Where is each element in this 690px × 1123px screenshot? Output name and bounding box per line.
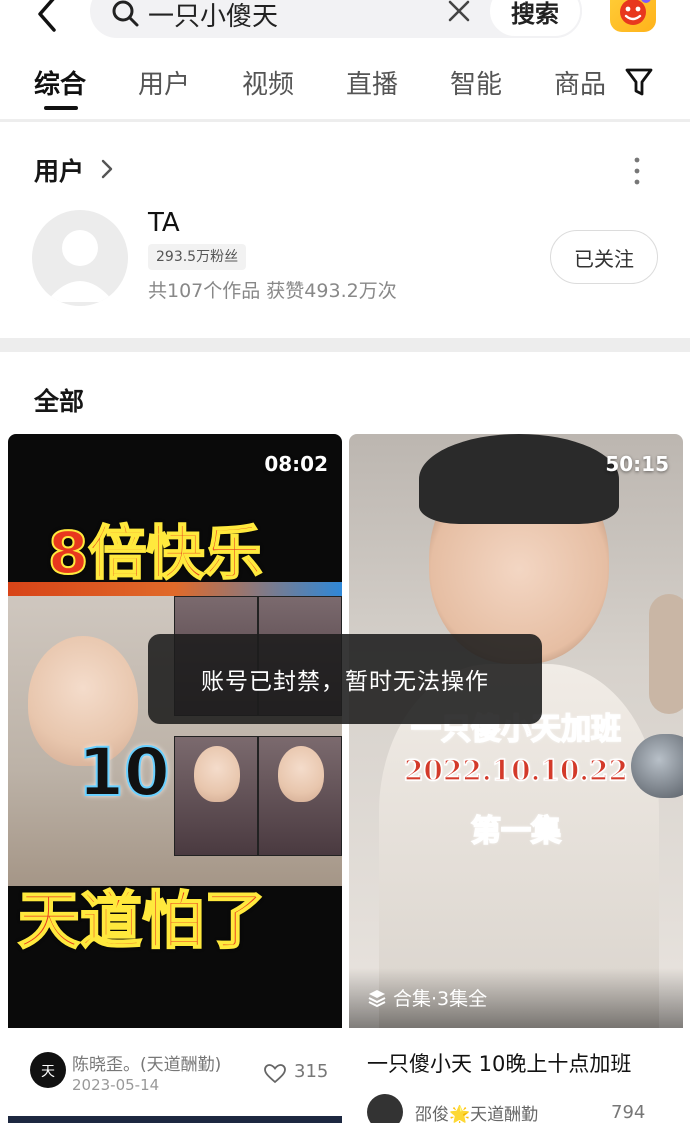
filter-icon[interactable] [624,66,654,98]
tab-live[interactable]: 直播 [346,64,398,101]
top-bar: 一只小傻天 搜索 [0,0,690,54]
all-results-section: 全部 8倍快乐 10 天道怕了 08:02 天 陈晓歪。(天道酬勤) 2023-… [0,352,690,1123]
cover-line-3: 第一集 [470,813,562,850]
publish-date: 2023-05-14 [72,1076,160,1094]
user-stats: 共107个作品 获赞493.2万次 [148,280,397,302]
next-card-edge [8,1116,342,1123]
active-tab-indicator [44,106,78,110]
video-title[interactable]: 一只傻小天 10晚上十点加班 [367,1048,631,1078]
cover-number: 10 [77,733,171,812]
author-avatar[interactable] [367,1094,403,1123]
layers-icon [368,989,386,1007]
tab-comprehensive[interactable]: 综合 [34,64,86,101]
like-count: 794 [611,1102,646,1123]
user-section: 用户 TA 293.5万粉丝 共107个作品 获赞493.2万次 已关注 [0,122,690,338]
search-icon [112,0,139,27]
chevron-right-icon[interactable] [100,158,114,180]
cover-text-top: 8倍快乐 [47,518,263,588]
stream-header-strip [8,582,342,596]
search-input[interactable]: 一只小傻天 [148,0,278,33]
author-name[interactable]: 陈晓歪。(天道酬勤) [72,1050,221,1075]
like-count: 315 [294,1061,329,1082]
back-arrow-icon[interactable] [30,0,66,36]
user-name[interactable]: TA [148,208,180,238]
cover-line-2: 2022.10.10.22 [403,753,629,788]
cover-text-bottom: 天道怕了 [17,883,267,958]
video-duration: 08:02 [264,452,328,476]
search-button[interactable]: 搜索 [488,0,582,38]
video-card[interactable]: 50:15 一只傻小天加班 2022.10.10.22 第一集 合集·3集全 一… [349,434,683,1123]
user-avatar[interactable] [32,210,128,306]
streamer-face [194,746,240,802]
user-section-heading[interactable]: 用户 [34,152,84,188]
tab-smart[interactable]: 智能 [450,64,502,101]
video-thumbnail[interactable]: 8倍快乐 10 天道怕了 08:02 [8,434,342,1028]
streamer-face [278,746,324,802]
search-tabs: 综合 用户 视频 直播 智能 商品 [0,54,690,120]
tab-videos[interactable]: 视频 [242,64,294,101]
background-person [649,594,683,714]
more-options-icon[interactable] [632,156,642,186]
streamer-hair [419,434,619,524]
tab-products[interactable]: 商品 [554,64,606,101]
video-duration: 50:15 [605,452,669,476]
collection-text: 合集·3集全 [393,988,488,1010]
app-logo-icon[interactable] [610,0,656,32]
clear-icon[interactable] [445,0,473,25]
collection-label[interactable]: 合集·3集全 [367,984,487,1011]
video-thumbnail[interactable]: 50:15 一只傻小天加班 2022.10.10.22 第一集 合集·3集全 [349,434,683,1028]
tab-users[interactable]: 用户 [138,64,190,101]
heart-icon[interactable] [264,1064,286,1084]
search-box[interactable]: 一只小傻天 搜索 [90,0,582,38]
author-name[interactable]: 邵俊🌟天道酬勤 [415,1100,538,1123]
author-avatar[interactable]: 天 [30,1052,66,1088]
all-section-heading: 全部 [34,387,85,416]
video-card[interactable]: 8倍快乐 10 天道怕了 08:02 天 陈晓歪。(天道酬勤) 2023-05-… [8,434,342,1123]
account-banned-toast: 账号已封禁，暂时无法操作 [148,634,542,724]
svg-text:天: 天 [41,1064,55,1080]
fans-count-badge: 293.5万粉丝 [148,244,247,270]
following-button[interactable]: 已关注 [550,230,658,284]
